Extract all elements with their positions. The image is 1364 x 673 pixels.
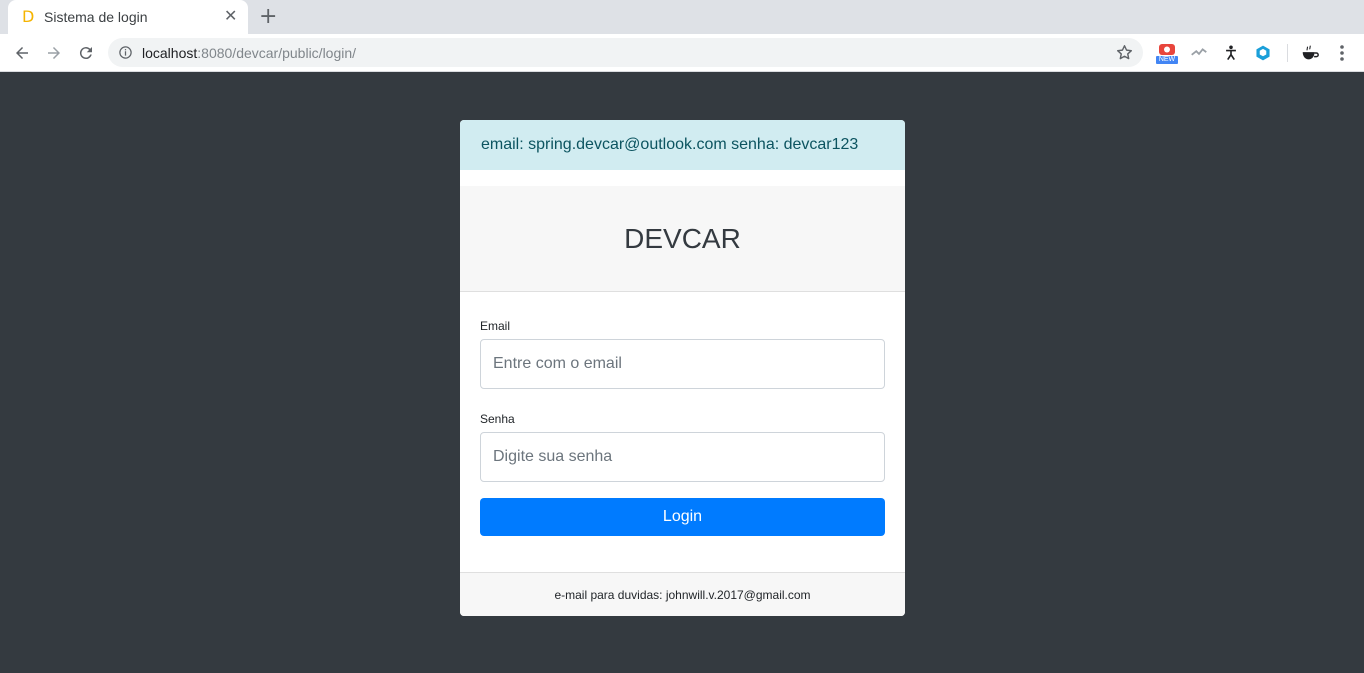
new-badge: NEW (1156, 56, 1178, 64)
card-header: DEVCAR (460, 186, 905, 292)
toolbar-divider (1287, 44, 1288, 62)
reload-icon[interactable] (73, 40, 99, 66)
browser-tab[interactable]: D Sistema de login ✕ (8, 0, 248, 34)
menu-icon[interactable] (1332, 43, 1352, 63)
extension-link-icon[interactable] (1188, 42, 1210, 64)
email-field[interactable] (480, 339, 885, 389)
credentials-alert: email: spring.devcar@outlook.com senha: … (460, 120, 905, 170)
url-host: localhost (142, 45, 198, 61)
new-tab-icon[interactable]: + (259, 5, 277, 29)
brand-title: DEVCAR (624, 223, 741, 254)
tab-title: Sistema de login (44, 9, 148, 25)
url-path: :8080/devcar/public/login/ (197, 45, 357, 61)
coffee-cup-icon[interactable] (1299, 42, 1321, 64)
extension-new-icon[interactable]: NEW (1156, 42, 1178, 64)
forward-icon[interactable] (41, 40, 67, 66)
browser-toolbar: localhost:8080/devcar/public/login/ NEW (0, 34, 1364, 72)
tab-strip: D Sistema de login ✕ + (0, 0, 1364, 34)
back-icon[interactable] (9, 40, 35, 66)
address-bar[interactable]: localhost:8080/devcar/public/login/ (108, 38, 1143, 67)
password-field[interactable] (480, 432, 885, 482)
extension-hex-icon[interactable] (1252, 42, 1274, 64)
close-tab-icon[interactable]: ✕ (224, 7, 237, 27)
support-email-text: e-mail para duvidas: johnwill.v.2017@gma… (554, 588, 811, 602)
info-icon[interactable] (118, 45, 133, 60)
card-footer: e-mail para duvidas: johnwill.v.2017@gma… (460, 572, 905, 616)
login-card: email: spring.devcar@outlook.com senha: … (460, 120, 905, 616)
tab-favicon-icon: D (22, 7, 35, 26)
extension-accessibility-icon[interactable] (1220, 42, 1242, 64)
star-icon[interactable] (1115, 43, 1134, 62)
url-text: localhost:8080/devcar/public/login/ (142, 45, 356, 61)
email-label: Email (480, 319, 511, 333)
login-button[interactable]: Login (480, 498, 885, 536)
password-label: Senha (480, 412, 515, 426)
